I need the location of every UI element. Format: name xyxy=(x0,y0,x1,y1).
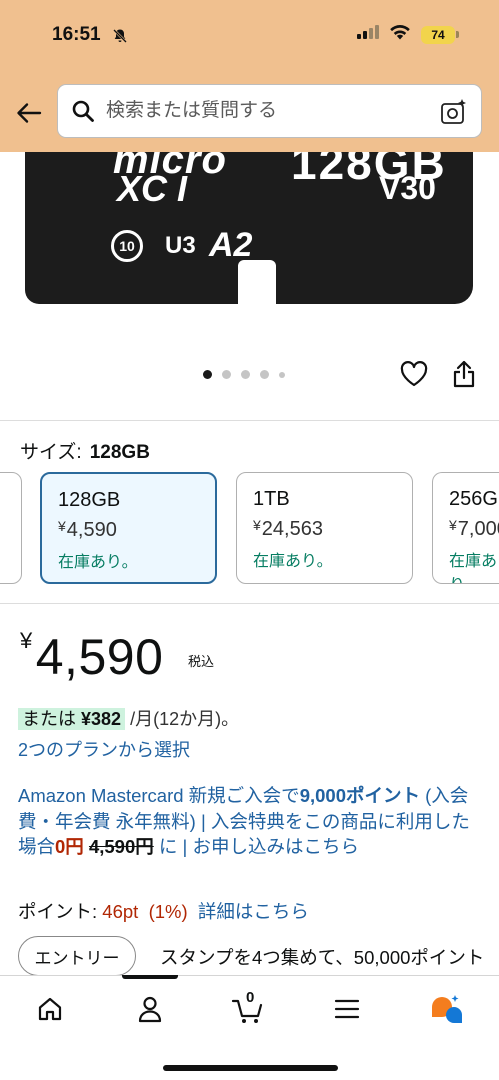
menu-icon xyxy=(334,999,360,1019)
camera-search-icon[interactable] xyxy=(439,97,469,127)
mastercard-promo-link[interactable]: Amazon Mastercard 新規ご入会で9,000ポイント (入会費・年… xyxy=(18,783,480,860)
tax-label: 税込 xyxy=(188,654,215,669)
size-option-name: 1TB xyxy=(253,488,290,510)
home-icon xyxy=(38,997,62,1021)
card-speed-class: V30 xyxy=(379,170,436,206)
search-icon xyxy=(70,98,96,124)
entry-button[interactable]: エントリー xyxy=(18,936,136,976)
card-format: XC I xyxy=(117,168,188,209)
size-option-price: ¥4,590 xyxy=(58,518,117,541)
size-option-stock: 在庫あり。 xyxy=(58,554,138,571)
size-option-stock: 在庫あり。 xyxy=(449,553,498,583)
rufus-icon xyxy=(432,995,462,1023)
size-option-name: 256GB xyxy=(449,488,499,510)
nav-cart[interactable]: 0 xyxy=(228,989,268,1026)
search-input[interactable] xyxy=(106,100,426,122)
arrow-left-icon xyxy=(17,103,42,123)
back-button[interactable] xyxy=(12,96,46,130)
share-icon[interactable] xyxy=(452,360,476,388)
heart-icon[interactable] xyxy=(400,361,428,387)
size-option-256gb[interactable]: 256GB ¥7,000 在庫あり。 xyxy=(432,472,499,584)
bell-slash-icon xyxy=(112,28,128,49)
bottom-nav: 0 xyxy=(0,975,499,1080)
battery-level: 74 xyxy=(421,25,455,44)
nav-home[interactable] xyxy=(30,992,70,1026)
size-selected: 128GB xyxy=(89,442,150,463)
size-option-1tb[interactable]: 1TB ¥24,563 在庫あり。 xyxy=(236,472,413,584)
plans-link[interactable]: 2つのプランから選択 xyxy=(18,736,190,762)
search-bar[interactable] xyxy=(57,84,482,138)
monthly-payment: または ¥382 /月(12か月)。 xyxy=(18,705,239,731)
product-price: ¥4,590 xyxy=(20,628,164,685)
size-option-previous[interactable] xyxy=(0,472,22,584)
carousel-dot xyxy=(260,370,269,379)
size-option-price: ¥24,563 xyxy=(253,517,323,540)
top-header: 16:51 74 xyxy=(0,0,499,152)
points-info: ポイント: 46pt (1%) 詳細はこちら xyxy=(18,901,309,922)
card-class10: 10 xyxy=(111,230,143,262)
size-label: サイズ: 128GB xyxy=(20,442,150,463)
nav-active-indicator xyxy=(122,975,178,979)
size-option-name: 128GB xyxy=(58,489,121,511)
divider xyxy=(0,420,499,421)
nav-rufus-assistant[interactable] xyxy=(426,992,466,1026)
wifi-icon xyxy=(389,24,411,45)
account-icon xyxy=(138,996,162,1023)
stamp-campaign-text: スタンプを4つ集めて、50,000ポイント xyxy=(160,947,485,968)
card-uhs3: U3 xyxy=(165,232,196,259)
carousel-dot xyxy=(241,370,250,379)
nav-menu[interactable] xyxy=(327,992,367,1026)
carousel-indicator[interactable] xyxy=(203,370,285,379)
status-icons: 74 xyxy=(357,24,459,45)
signal-icon xyxy=(357,25,379,44)
nav-account[interactable] xyxy=(130,992,170,1026)
size-option-stock: 在庫あり。 xyxy=(253,553,333,570)
cart-count: 0 xyxy=(246,989,255,1006)
carousel-dot xyxy=(279,371,285,378)
carousel-dot xyxy=(222,370,231,379)
points-details-link[interactable]: 詳細はこちら xyxy=(198,901,309,922)
divider xyxy=(0,603,499,604)
size-option-128gb[interactable]: 128GB ¥4,590 在庫あり。 xyxy=(40,472,217,584)
home-indicator[interactable] xyxy=(163,1065,338,1071)
battery-icon: 74 xyxy=(421,25,459,44)
size-option-price: ¥7,000 xyxy=(449,517,499,540)
status-time: 16:51 xyxy=(52,24,101,45)
card-notch xyxy=(238,260,276,304)
carousel-dot xyxy=(203,370,212,379)
